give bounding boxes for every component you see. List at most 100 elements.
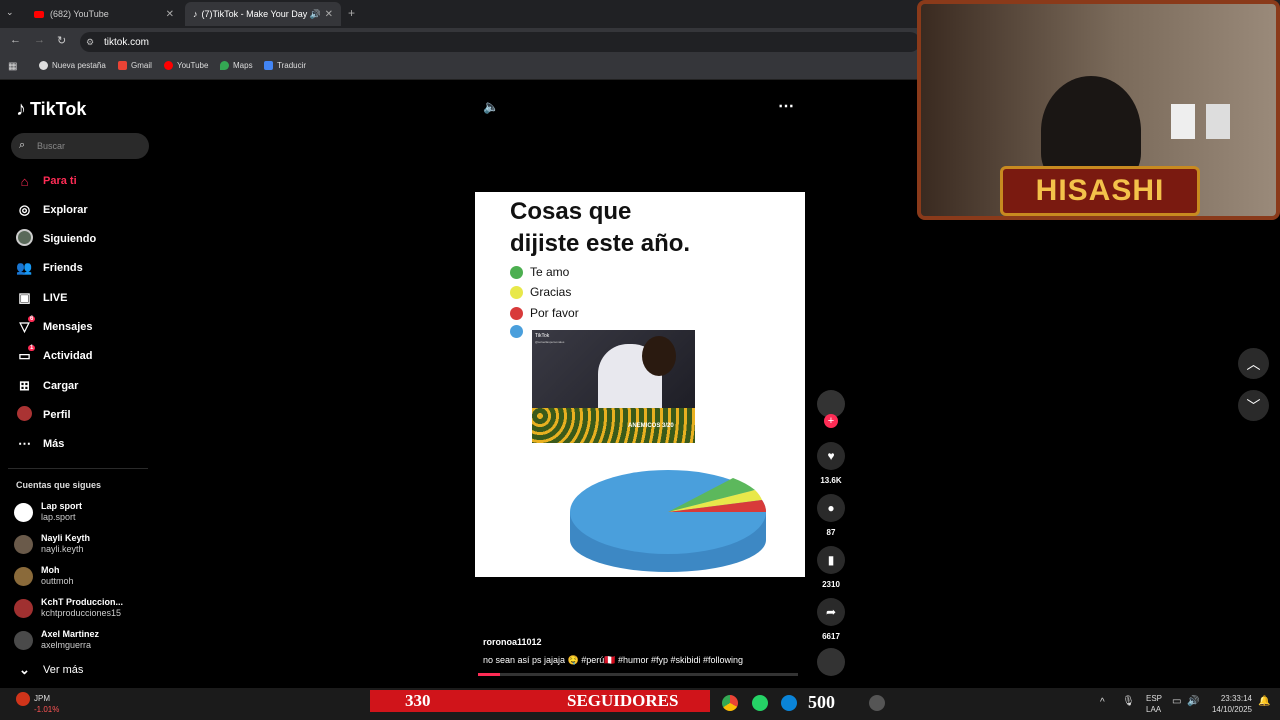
like-button[interactable]: ♥ 13.6K — [817, 442, 845, 485]
close-icon[interactable]: ✕ — [325, 9, 333, 20]
following-account[interactable]: Axel Martinez axelmguerra — [14, 629, 99, 651]
translate-icon — [264, 61, 273, 70]
avatar — [14, 534, 33, 554]
network-icon[interactable]: ▭ — [1172, 696, 1181, 707]
search-input[interactable]: ⌕ Buscar — [11, 133, 149, 159]
next-video-button[interactable]: ﹀ — [1238, 390, 1269, 421]
maps-icon — [220, 61, 229, 70]
search-placeholder: Buscar — [37, 141, 66, 151]
globe-icon — [39, 61, 48, 70]
nav-explorar[interactable]: ◎ Explorar — [16, 200, 88, 220]
stock-widget-icon[interactable] — [16, 692, 30, 706]
nav-label: Friends — [43, 262, 83, 274]
nav-perfil[interactable]: Perfil — [16, 405, 71, 425]
nav-mas[interactable]: ⋯ Más — [16, 434, 64, 454]
bookmark-translate[interactable]: Traducir — [264, 61, 306, 70]
nav-friends[interactable]: 👥 Friends — [16, 258, 83, 278]
nav-siguiendo[interactable]: Siguiendo — [16, 229, 96, 249]
reload-icon[interactable]: ↻ — [57, 34, 66, 47]
avatar — [14, 630, 33, 650]
music-disc-button[interactable] — [817, 648, 845, 676]
whatsapp-icon[interactable] — [752, 695, 768, 711]
compass-icon: ◎ — [18, 202, 31, 217]
tab-search-icon[interactable]: ⌄ — [6, 7, 14, 18]
video-player[interactable]: Cosas que dijiste este año. Te amo Graci… — [475, 192, 805, 577]
nav-label: Mensajes — [43, 321, 93, 333]
edge-icon[interactable] — [781, 695, 797, 711]
tab-tiktok[interactable]: ♪ (7)TikTok - Make Your Day 🔊 ✕ — [185, 2, 341, 26]
chevron-down-icon: ﹀ — [1246, 397, 1261, 414]
volume-tray-icon[interactable]: 🔊 — [1187, 696, 1199, 707]
volume-icon[interactable]: 🔈 — [483, 99, 499, 115]
tab-youtube[interactable]: (682) YouTube ✕ — [26, 2, 182, 26]
following-account[interactable]: Nayli Keyth nayli.keyth — [14, 533, 90, 555]
nav-actividad[interactable]: ▭ 1 Actividad — [16, 345, 93, 366]
url-field[interactable]: ⚙ tiktok.com — [80, 32, 920, 52]
speaker-icon[interactable]: 🔊 — [310, 9, 321, 20]
upload-icon: ⊞ — [19, 378, 30, 393]
url-text: tiktok.com — [104, 36, 150, 48]
tab-title: (7)TikTok - Make Your Day — [201, 9, 308, 19]
video-title-line: Cosas que — [510, 198, 632, 225]
video-progress-bar[interactable] — [478, 673, 798, 676]
legend-label: Por favor — [530, 306, 579, 320]
chrome-icon[interactable] — [722, 695, 738, 711]
following-account[interactable]: Moh outtmoh — [14, 565, 74, 587]
bookmark-gmail[interactable]: Gmail — [118, 61, 152, 70]
language-indicator[interactable]: ESP — [1146, 694, 1162, 703]
live-icon: ▣ — [18, 290, 31, 305]
activity-icon: ▭ 1 — [18, 345, 36, 363]
nav-label: Explorar — [43, 204, 88, 216]
author-avatar-button[interactable]: + — [817, 390, 845, 428]
nav-para-ti[interactable]: ⌂ Para ti — [16, 171, 77, 191]
bookmark-label: Gmail — [131, 61, 152, 70]
close-icon[interactable]: ✕ — [166, 9, 174, 20]
nav-live[interactable]: ▣ LIVE — [16, 288, 67, 308]
legend-item: Te amo — [510, 265, 569, 279]
legend-dot — [510, 325, 523, 338]
notifications-icon[interactable]: 🔔 — [1258, 696, 1270, 707]
thumbnail-handle: @soloellaspersonales — [535, 340, 565, 344]
bookmark-new-tab[interactable]: Nueva pestaña — [39, 61, 106, 70]
youtube-icon — [34, 10, 44, 18]
followers-count: 330 — [405, 691, 431, 710]
nav-cargar[interactable]: ⊞ Cargar — [16, 376, 78, 396]
legend-label: Te amo — [530, 265, 570, 279]
following-account[interactable]: Lap sport lap.sport — [14, 501, 82, 523]
account-name: Nayli Keyth — [41, 533, 91, 543]
site-info-icon[interactable]: ⚙ — [86, 37, 94, 48]
account-name: KchT Produccion... — [41, 597, 124, 607]
bookmark-youtube[interactable]: YouTube — [164, 61, 208, 70]
tiktok-logo[interactable]: ♪ TikTok — [16, 98, 86, 121]
legend-dot — [510, 265, 523, 279]
chevron-down-icon: ⌄ — [19, 662, 30, 677]
follow-plus-icon[interactable]: + — [824, 414, 838, 428]
forward-icon[interactable]: → — [34, 34, 45, 46]
following-account[interactable]: KchT Produccion... kchtproducciones15 — [14, 597, 123, 619]
nav-mensajes[interactable]: ▽ 6 Mensajes — [16, 316, 93, 337]
avatar — [14, 502, 33, 522]
share-button[interactable]: ➦ 6617 — [817, 598, 845, 641]
see-more-button[interactable]: ⌄ Ver más — [16, 660, 83, 680]
app-icon[interactable] — [869, 695, 885, 711]
clock-date[interactable]: 14/10/2025 — [1210, 705, 1252, 714]
video-author[interactable]: roronoa11012 — [483, 637, 542, 647]
language-layout: LAA — [1146, 705, 1162, 714]
followers-goal: 500 — [808, 692, 835, 712]
tray-chevron-icon[interactable]: ^ — [1100, 697, 1105, 708]
save-button[interactable]: ▮ 2310 — [817, 546, 845, 589]
comment-button[interactable]: ● 87 — [817, 494, 845, 537]
account-handle: lap.sport — [41, 512, 76, 522]
back-icon[interactable]: ← — [10, 34, 21, 46]
bookmark-maps[interactable]: Maps — [220, 61, 253, 70]
apps-grid-icon[interactable]: ▦ — [8, 61, 17, 72]
followers-goal-banner: 330 SEGUIDORES — [370, 690, 710, 712]
previous-video-button[interactable]: ︿ — [1238, 348, 1269, 379]
clock-time[interactable]: 23:33:14 — [1210, 694, 1252, 703]
more-options-icon[interactable]: ⋯ — [778, 96, 794, 116]
video-caption: no sean así ps jajaja 🤤 #perú🇵🇪 #humor #… — [483, 655, 744, 665]
microphone-icon[interactable]: 🎙 — [1122, 696, 1135, 707]
nav-label: Actividad — [43, 350, 93, 362]
new-tab-icon[interactable]: + — [348, 6, 355, 20]
bookmark-icon: ▮ — [817, 546, 845, 574]
